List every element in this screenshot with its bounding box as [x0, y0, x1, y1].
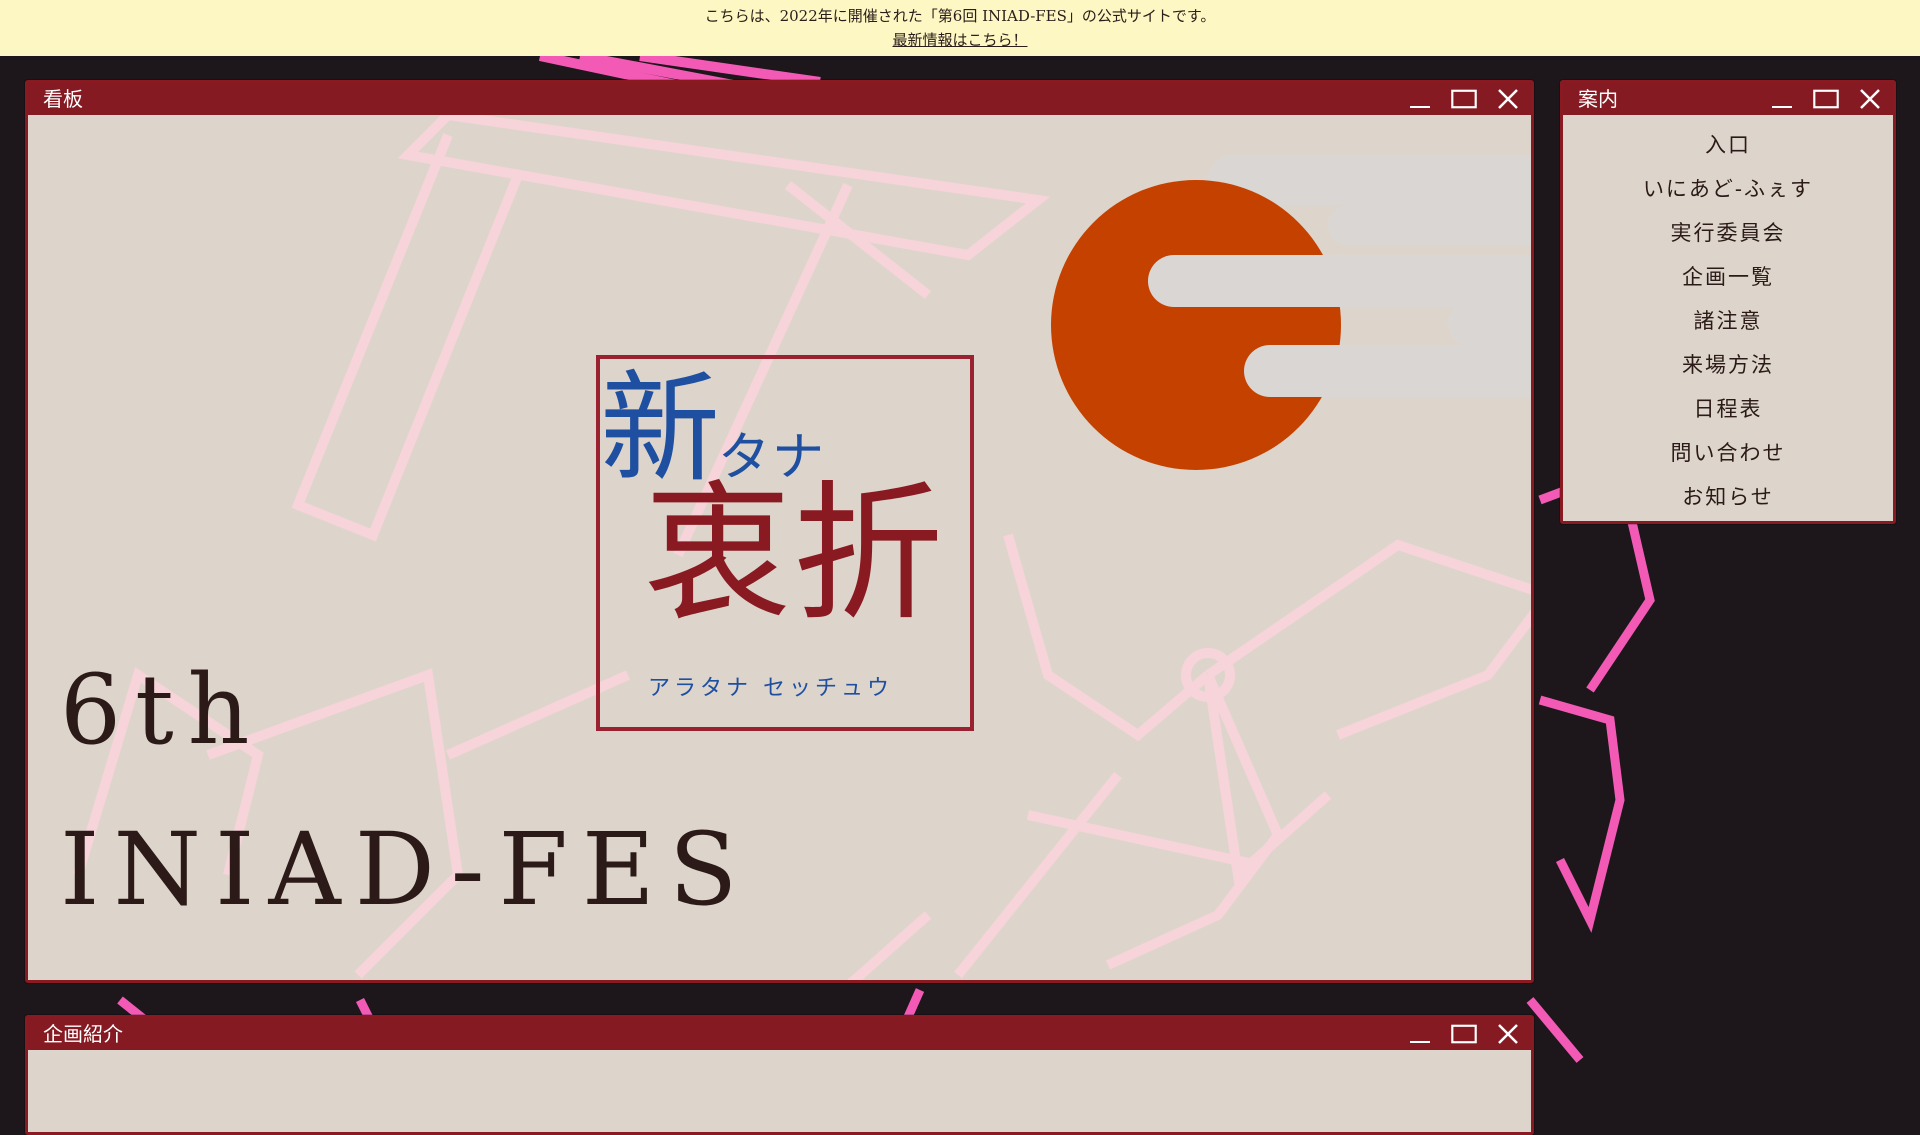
guide-window: 案内 入口 いにあど-ふぇす 実行委員会 企画一覧 諸注意 来場方法 日程表 問…: [1560, 80, 1896, 524]
window-controls: [1407, 83, 1521, 115]
fest-name-heading: INIAD-FES: [60, 811, 752, 928]
site-notice-banner: こちらは、2022年に開催された「第6回 INIAD-FES」の公式サイトです。…: [0, 0, 1920, 56]
menu-item-access[interactable]: 来場方法: [1563, 343, 1893, 387]
window-controls: [1769, 83, 1883, 115]
window-title: 看板: [43, 87, 83, 111]
logo-reading: アラタナ セッチュウ: [648, 676, 893, 701]
signboard-window: 看板 新 タナ 衷折 アラタナ セッチュウ 6th INIAD-FES: [25, 80, 1534, 983]
minimize-icon[interactable]: [1407, 86, 1433, 112]
edition-heading: 6th: [60, 654, 264, 766]
maximize-icon[interactable]: [1813, 86, 1839, 112]
window-title: 企画紹介: [43, 1022, 123, 1046]
menu-item-committee[interactable]: 実行委員会: [1563, 211, 1893, 255]
fes-logo: 新 タナ 衷折 アラタナ セッチュウ: [588, 355, 978, 735]
window-controls: [1407, 1018, 1521, 1050]
menu-item-contact[interactable]: 問い合わせ: [1563, 431, 1893, 475]
close-icon[interactable]: [1495, 86, 1521, 112]
menu-item-precautions[interactable]: 諸注意: [1563, 299, 1893, 343]
menu-item-projects[interactable]: 企画一覧: [1563, 255, 1893, 299]
notice-text: こちらは、2022年に開催された「第6回 INIAD-FES」の公式サイトです。: [704, 7, 1216, 25]
menu-item-schedule[interactable]: 日程表: [1563, 387, 1893, 431]
menu-item-iniad-fes[interactable]: いにあど-ふぇす: [1563, 167, 1893, 211]
minimize-icon[interactable]: [1407, 1021, 1433, 1047]
close-icon[interactable]: [1857, 86, 1883, 112]
menu-item-news[interactable]: お知らせ: [1563, 475, 1893, 519]
pinwheel-decoration: [1526, 463, 1655, 1063]
latest-info-link[interactable]: 最新情報はこちら！: [892, 31, 1027, 49]
minimize-icon[interactable]: [1769, 86, 1795, 112]
guide-titlebar[interactable]: 案内: [1563, 83, 1893, 115]
maximize-icon[interactable]: [1451, 1021, 1477, 1047]
window-title: 案内: [1578, 87, 1618, 111]
close-icon[interactable]: [1495, 1021, 1521, 1047]
logo-kanji-bottom: 衷折: [643, 468, 944, 642]
menu-item-entrance[interactable]: 入口: [1563, 123, 1893, 167]
project-intro-window: 企画紹介: [25, 1015, 1534, 1135]
guide-menu: 入口 いにあど-ふぇす 実行委員会 企画一覧 諸注意 来場方法 日程表 問い合わ…: [1563, 115, 1893, 519]
maximize-icon[interactable]: [1451, 86, 1477, 112]
signboard-body: 新 タナ 衷折 アラタナ セッチュウ 6th INIAD-FES: [28, 115, 1531, 980]
project-intro-titlebar[interactable]: 企画紹介: [28, 1018, 1531, 1050]
signboard-titlebar[interactable]: 看板: [28, 83, 1531, 115]
